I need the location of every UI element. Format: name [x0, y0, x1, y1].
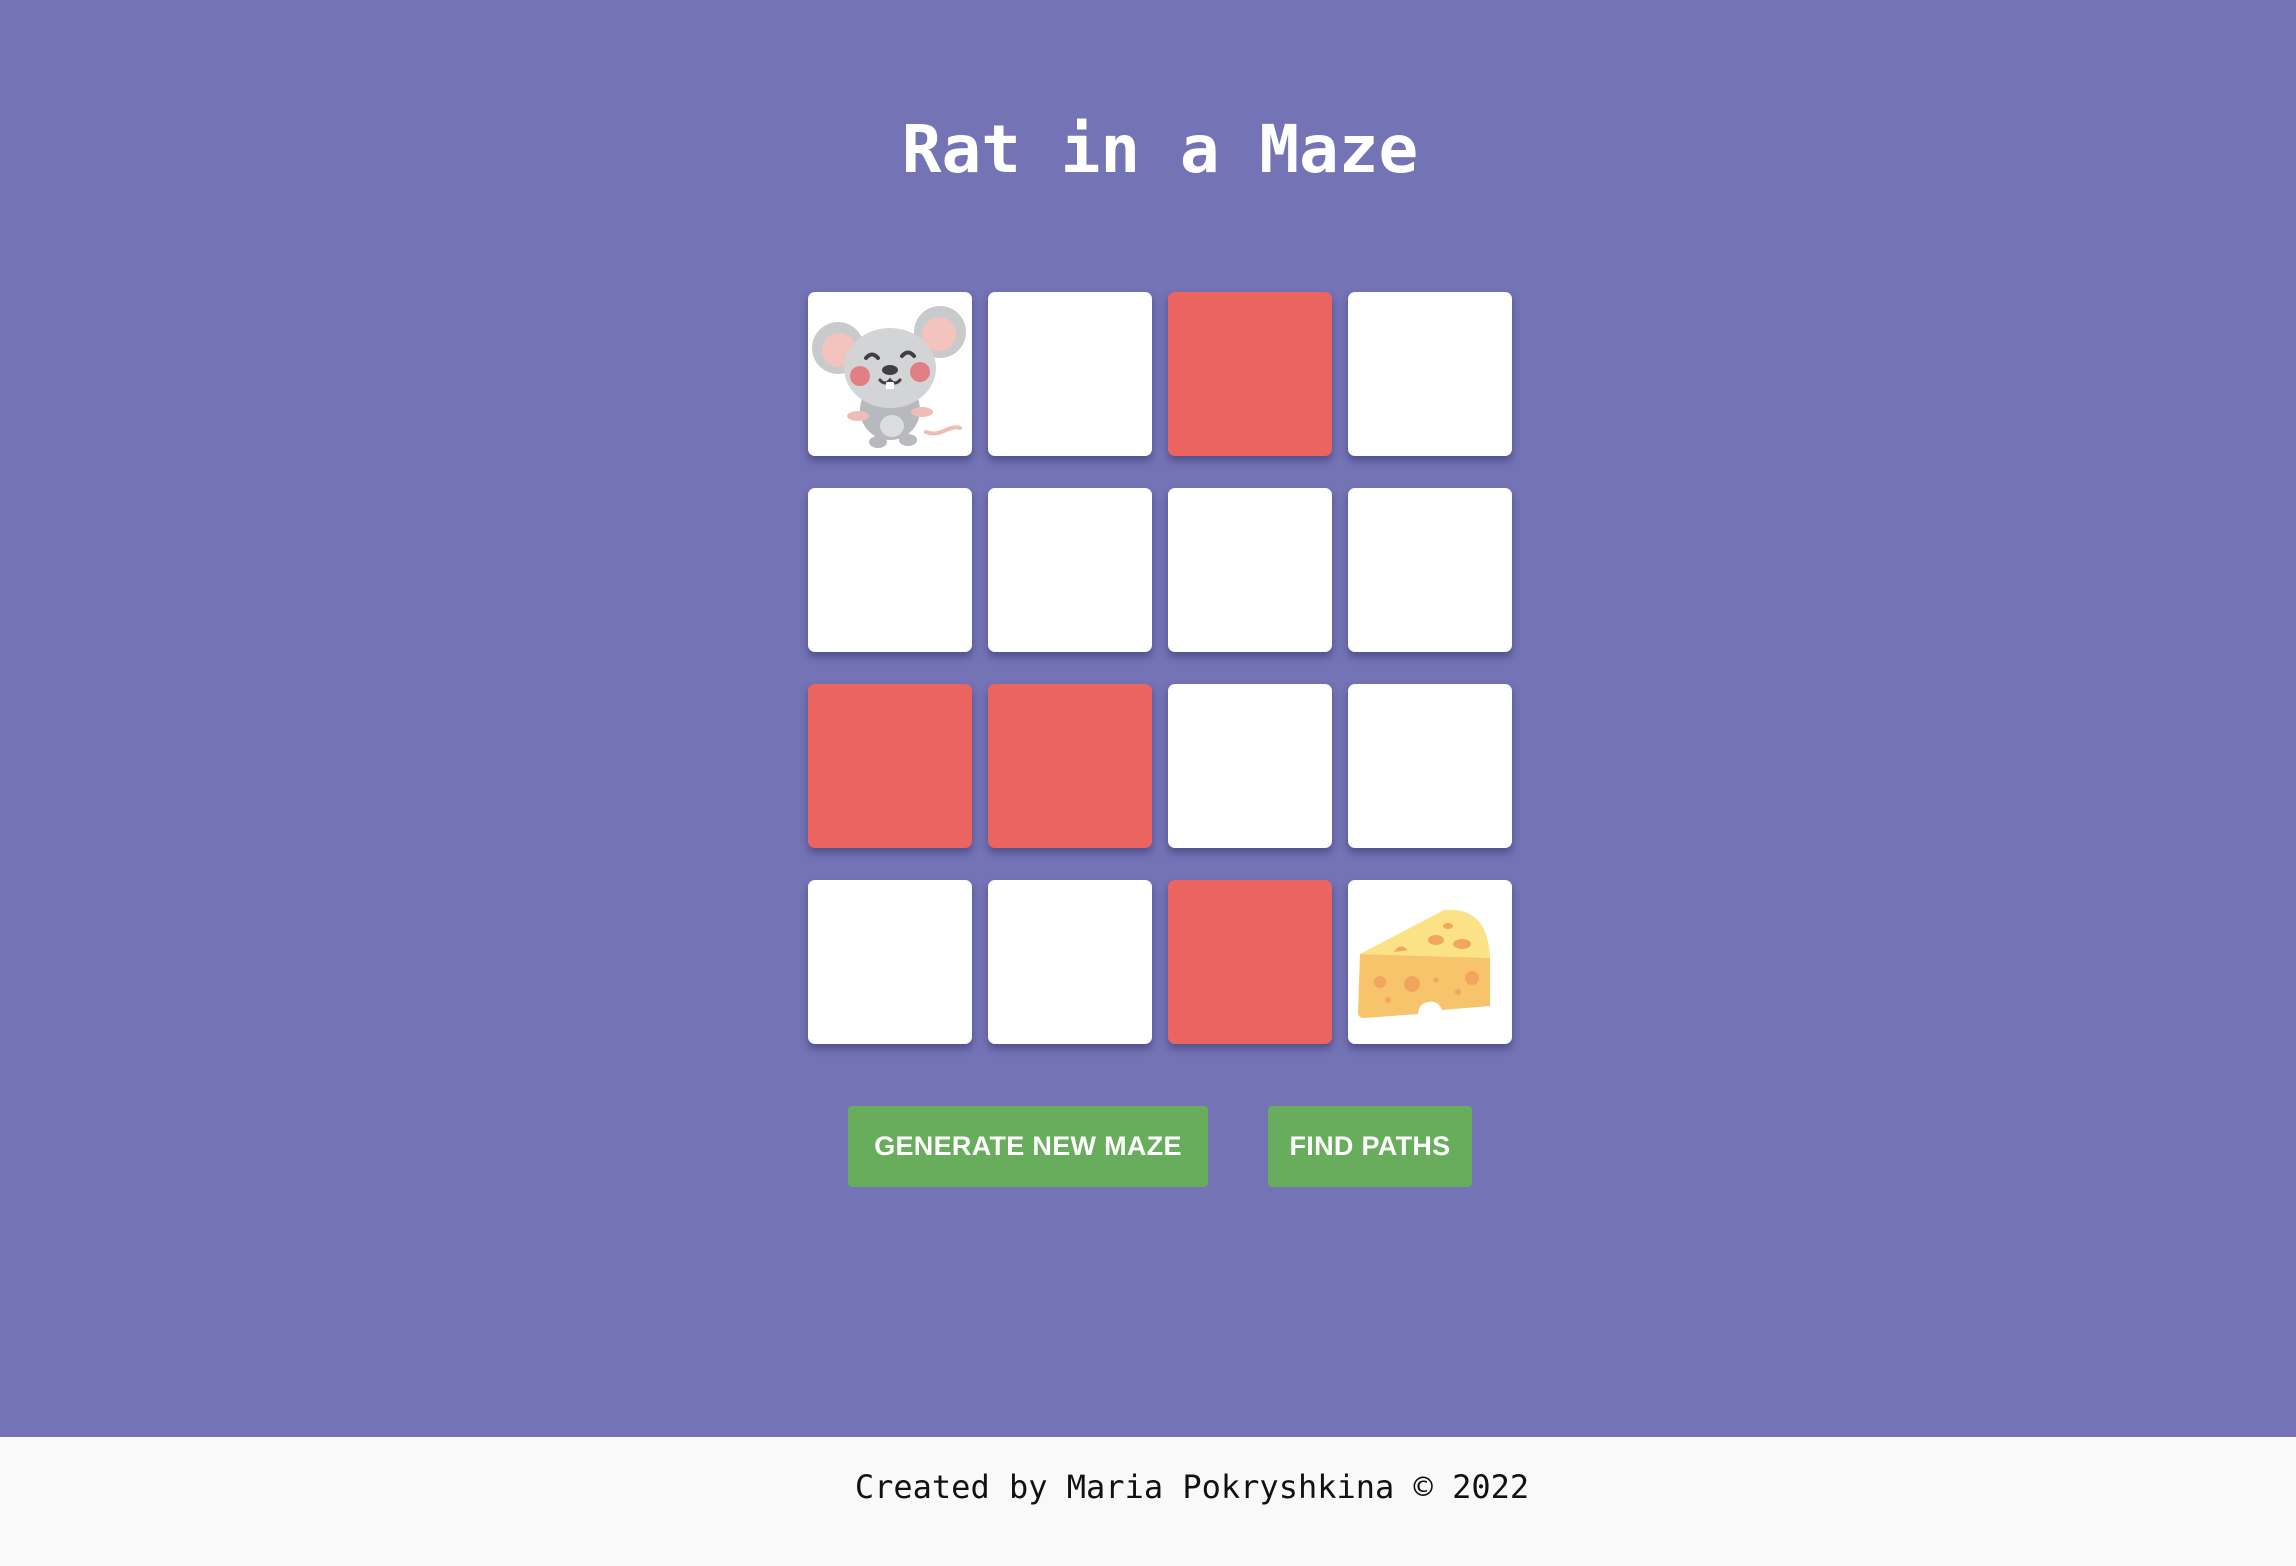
generate-new-maze-button[interactable]: GENERATE NEW MAZE	[848, 1106, 1208, 1187]
maze-cell-open[interactable]	[1348, 684, 1512, 848]
footer: Created by Maria Pokryshkina © 2022	[0, 1437, 2296, 1566]
footer-credit: Created by Maria Pokryshkina © 2022	[854, 1468, 1530, 1506]
maze-cell-wall[interactable]	[1168, 292, 1332, 456]
maze-cell-open[interactable]	[1168, 684, 1332, 848]
maze-cell-open[interactable]	[988, 292, 1152, 456]
maze-cell-open[interactable]	[1348, 488, 1512, 652]
maze-cell-wall[interactable]	[988, 684, 1152, 848]
maze-cell-open[interactable]	[988, 488, 1152, 652]
cheese-icon	[1358, 909, 1490, 1018]
find-paths-button[interactable]: FIND PATHS	[1268, 1106, 1472, 1187]
mouse-icon	[812, 306, 966, 448]
maze-cell-wall[interactable]	[1168, 880, 1332, 1044]
maze-cell-open[interactable]	[1348, 292, 1512, 456]
maze-board	[808, 292, 1512, 1044]
maze-cell-wall[interactable]	[808, 684, 972, 848]
maze-cell-open[interactable]	[988, 880, 1152, 1044]
maze-cell-open[interactable]	[1168, 488, 1332, 652]
maze-cell-open[interactable]	[808, 880, 972, 1044]
maze-cell-goal[interactable]	[1348, 880, 1512, 1044]
page-title: Rat in a Maze	[901, 111, 1419, 188]
maze-cell-start[interactable]	[808, 292, 972, 456]
maze-cell-open[interactable]	[808, 488, 972, 652]
